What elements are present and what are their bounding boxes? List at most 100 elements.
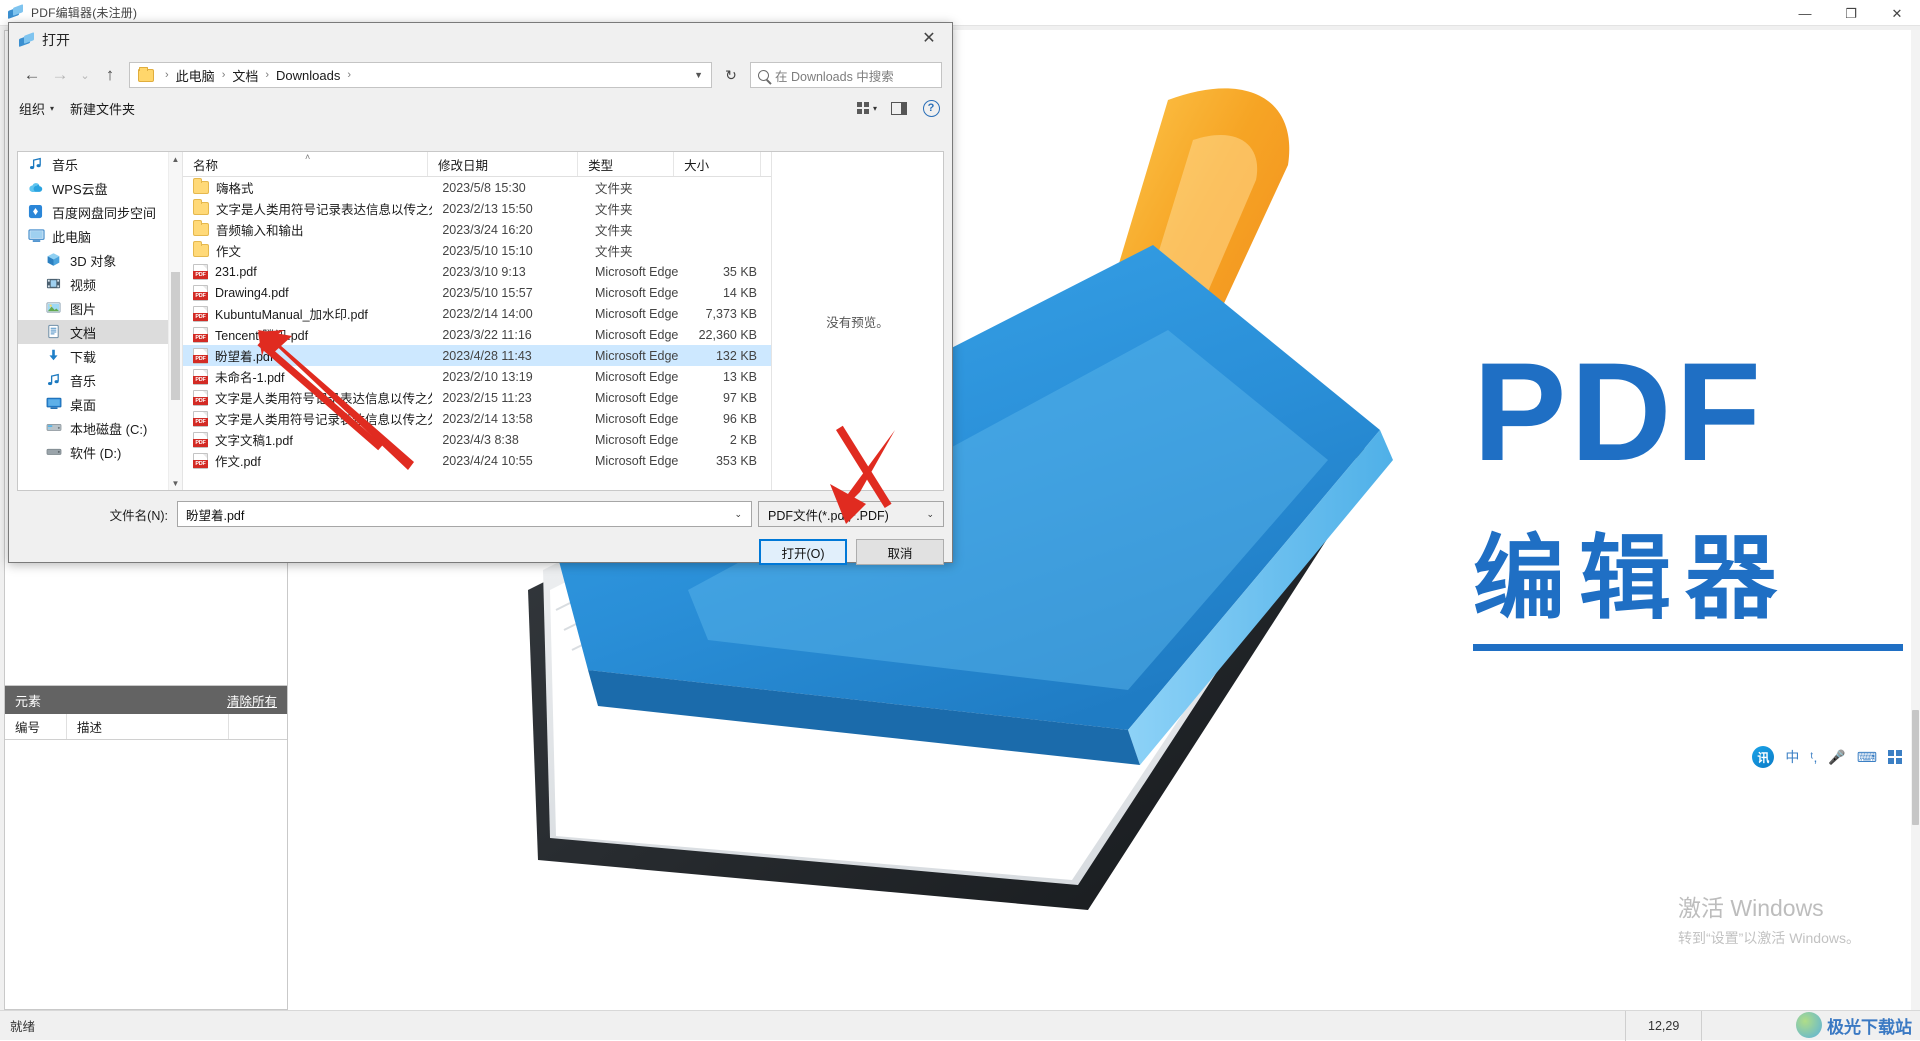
folder-icon bbox=[193, 199, 209, 215]
column-header-date[interactable]: 修改日期 bbox=[428, 152, 579, 176]
nav-item-7[interactable]: 文档 bbox=[18, 320, 182, 344]
file-type-cell: Microsoft Edge ... bbox=[595, 432, 682, 447]
column-header-type[interactable]: 类型 bbox=[578, 152, 675, 176]
table-row[interactable]: 文字是人类用符号记录表达信息以传之久... 2023/2/15 11:23 Micr… bbox=[183, 387, 771, 408]
document-scrollbar-thumb[interactable] bbox=[1912, 710, 1919, 825]
change-view-button[interactable]: ▾ bbox=[854, 97, 880, 119]
file-type-cell: Microsoft Edge ... bbox=[595, 327, 682, 342]
pdf-icon bbox=[193, 284, 208, 301]
document-scrollbar[interactable] bbox=[1911, 30, 1920, 1010]
scroll-up-icon[interactable]: ▲ bbox=[169, 152, 182, 166]
table-row[interactable]: Tencent 腾讯.pdf 2023/3/22 11:16 Microsoft E… bbox=[183, 324, 771, 345]
table-row[interactable]: 音频输入和输出 2023/3/24 16:20 文件夹 bbox=[183, 219, 771, 240]
elements-col-blank[interactable] bbox=[229, 714, 287, 739]
maximize-button[interactable]: ❐ bbox=[1828, 0, 1874, 26]
ime-toolbar[interactable]: 讯 中 ᵗ, 🎤 ⌨ bbox=[1752, 742, 1902, 772]
navigation-scrollbar[interactable]: ▲ ▼ bbox=[168, 152, 182, 490]
nav-item-3[interactable]: 此电脑 bbox=[18, 224, 182, 248]
column-header-size[interactable]: 大小 bbox=[674, 152, 761, 176]
nav-item-8[interactable]: 下载 bbox=[18, 344, 182, 368]
nav-item-10[interactable]: 桌面 bbox=[18, 392, 182, 416]
file-date-cell: 2023/4/3 8:38 bbox=[442, 432, 519, 447]
minimize-button[interactable]: — bbox=[1782, 0, 1828, 26]
nav-item-label: 桌面 bbox=[70, 397, 97, 413]
table-row[interactable]: 未命名-1.pdf 2023/2/10 13:19 Microsoft Edge .… bbox=[183, 366, 771, 387]
preview-pane-button[interactable] bbox=[886, 97, 912, 119]
dialog-toolbar-right: ▾ ? bbox=[854, 97, 944, 119]
open-button[interactable]: 打开(O) bbox=[759, 539, 847, 565]
help-button[interactable]: ? bbox=[918, 97, 944, 119]
clear-all-link[interactable]: 清除所有 bbox=[227, 691, 277, 710]
organize-label: 组织 bbox=[19, 101, 46, 117]
recent-locations-button[interactable]: ⌄ bbox=[75, 62, 95, 88]
file-type-filter-select[interactable]: PDF文件(*.pdf;*.PDF) ⌄ bbox=[758, 501, 944, 527]
ime-language-toggle[interactable]: 中 bbox=[1785, 747, 1799, 767]
close-button[interactable]: ✕ bbox=[1874, 0, 1920, 26]
file-size-cell: 353 KB bbox=[715, 453, 757, 468]
nav-item-4[interactable]: 3D 对象 bbox=[18, 248, 182, 272]
breadcrumb-item-documents[interactable]: 文档 bbox=[232, 66, 258, 85]
preview-empty-text: 没有预览。 bbox=[826, 315, 889, 330]
dialog-footer: 文件名(N): 盼望着.pdf ⌄ PDF文件(*.pdf;*.PDF) ⌄ 打… bbox=[17, 501, 944, 565]
file-type-cell: Microsoft Edge ... bbox=[595, 390, 682, 405]
folder-icon bbox=[193, 220, 209, 236]
scroll-down-icon[interactable]: ▼ bbox=[169, 476, 182, 490]
file-type-cell: Microsoft Edge ... bbox=[595, 411, 682, 426]
nav-item-12[interactable]: 软件 (D:) bbox=[18, 440, 182, 464]
organize-menu[interactable]: 组织 ▾ bbox=[19, 99, 54, 118]
cursor-coordinates: 12,29 bbox=[1625, 1011, 1703, 1041]
nav-item-0[interactable]: 音乐 bbox=[18, 152, 182, 176]
table-row[interactable]: 嗨格式 2023/5/8 15:30 文件夹 bbox=[183, 177, 771, 198]
nav-item-label: 百度网盘同步空间 bbox=[52, 205, 157, 221]
site-watermark-text: 极光下载站 bbox=[1827, 1017, 1912, 1037]
chevron-down-icon[interactable]: ▼ bbox=[694, 70, 703, 80]
nav-item-9[interactable]: 音乐 bbox=[18, 368, 182, 392]
refresh-button[interactable]: ↻ bbox=[718, 62, 744, 88]
sort-ascending-icon: ˄ bbox=[305, 152, 311, 162]
dialog-app-icon bbox=[19, 33, 34, 48]
up-button[interactable]: ↑ bbox=[97, 62, 123, 88]
file-date-cell: 2023/2/15 11:23 bbox=[442, 390, 532, 405]
filename-input[interactable]: 盼望着.pdf ⌄ bbox=[177, 501, 752, 527]
table-row[interactable]: 作文.pdf 2023/4/24 10:55 Microsoft Edge ... 3… bbox=[183, 450, 771, 471]
preview-pane-icon bbox=[891, 101, 907, 115]
file-size-cell: 13 KB bbox=[722, 369, 757, 384]
table-row[interactable]: KubuntuManual_加水印.pdf 2023/2/14 14:00 Micr… bbox=[183, 303, 771, 324]
new-folder-button[interactable]: 新建文件夹 bbox=[70, 99, 135, 118]
forward-button[interactable]: → bbox=[47, 62, 73, 88]
nav-item-1[interactable]: WPS云盘 bbox=[18, 176, 182, 200]
ime-logo-icon[interactable]: 讯 bbox=[1752, 746, 1775, 768]
table-row[interactable]: 作文 2023/5/10 15:10 文件夹 bbox=[183, 240, 771, 261]
table-row[interactable]: Drawing4.pdf 2023/5/10 15:57 Microsoft Edg… bbox=[183, 282, 771, 303]
column-header-blank[interactable] bbox=[761, 152, 771, 176]
breadcrumb-item-this-pc[interactable]: 此电脑 bbox=[176, 66, 215, 85]
breadcrumb[interactable]: › 此电脑 › 文档 › Downloads › ▼ bbox=[129, 62, 712, 88]
nav-item-5[interactable]: 视频 bbox=[18, 272, 182, 296]
elements-col-number[interactable]: 编号 bbox=[5, 714, 67, 739]
table-row[interactable]: 盼望着.pdf 2023/4/28 11:43 Microsoft Edge ...… bbox=[183, 345, 771, 366]
table-row[interactable]: 文字是人类用符号记录表达信息以传之久... 2023/2/14 13:58 Micr… bbox=[183, 408, 771, 429]
search-input[interactable]: 在 Downloads 中搜索 bbox=[750, 62, 942, 88]
table-row[interactable]: 文字是人类用符号记录表达信息以传之久... 2023/2/13 15:50 文件夹 bbox=[183, 198, 771, 219]
elements-col-description[interactable]: 描述 bbox=[67, 714, 229, 739]
cancel-button[interactable]: 取消 bbox=[856, 539, 944, 565]
nav-item-11[interactable]: 本地磁盘 (C:) bbox=[18, 416, 182, 440]
table-row[interactable]: 文字文稿1.pdf 2023/4/3 8:38 Microsoft Edge ...… bbox=[183, 429, 771, 450]
chevron-down-icon[interactable]: ⌄ bbox=[926, 509, 934, 520]
dialog-close-button[interactable]: ✕ bbox=[906, 23, 952, 53]
breadcrumb-item-downloads[interactable]: Downloads bbox=[276, 68, 340, 83]
file-size-cell: 96 KB bbox=[722, 411, 757, 426]
ime-keyboard-icon[interactable]: ⌨ bbox=[1857, 749, 1877, 766]
nav-item-6[interactable]: 图片 bbox=[18, 296, 182, 320]
back-button[interactable]: ← bbox=[19, 62, 45, 88]
navigation-scrollbar-thumb[interactable] bbox=[171, 272, 180, 400]
ime-punctuation-icon[interactable]: ᵗ, bbox=[1810, 749, 1817, 765]
column-header-name[interactable]: 名称 ˄ bbox=[183, 152, 429, 176]
nav-item-2[interactable]: 百度网盘同步空间 bbox=[18, 200, 182, 224]
chevron-down-icon[interactable]: ⌄ bbox=[734, 509, 742, 520]
ime-grid-icon[interactable] bbox=[1888, 750, 1902, 764]
table-row[interactable]: 231.pdf 2023/3/10 9:13 Microsoft Edge ... 3… bbox=[183, 261, 771, 282]
ime-microphone-icon[interactable]: 🎤 bbox=[1828, 749, 1845, 766]
svg-text:编辑器: 编辑器 bbox=[1473, 525, 1791, 632]
activate-windows-title: 激活 Windows bbox=[1677, 895, 1824, 921]
